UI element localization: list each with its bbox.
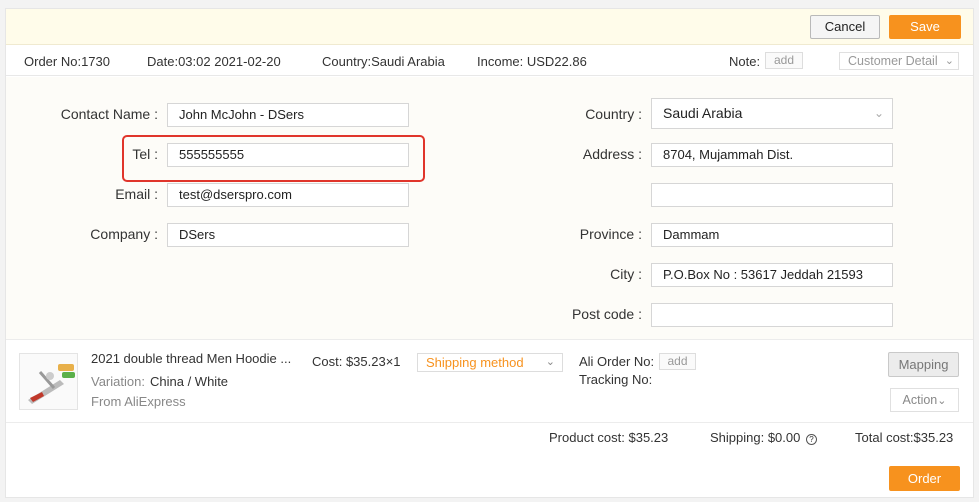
- chevron-down-icon: ⌄: [873, 106, 884, 120]
- tracking-label: Tracking No:: [579, 372, 653, 387]
- country-value: Saudi Arabia: [663, 105, 743, 121]
- product-thumbnail[interactable]: [19, 353, 78, 410]
- order-country: Country:Saudi Arabia: [322, 54, 445, 69]
- order-income: Income: USD22.86: [477, 54, 587, 69]
- cancel-button[interactable]: Cancel: [810, 15, 880, 39]
- product-image: [20, 354, 77, 409]
- address-line2-input[interactable]: [651, 183, 893, 207]
- product-cost-total: Product cost: $35.23: [549, 430, 669, 445]
- country-label: Country :: [585, 106, 642, 122]
- chevron-down-icon: ⌄: [545, 356, 555, 368]
- post-code-input[interactable]: [651, 303, 893, 327]
- question-circle-icon[interactable]: ?: [805, 434, 817, 445]
- order-info-bar: Order No:1730 Date:03:02 2021-02-20 Coun…: [6, 46, 973, 76]
- address-form: Contact Name : John McJohn - DSers Tel :…: [6, 77, 973, 340]
- action-label: Action: [902, 393, 938, 407]
- chevron-down-icon: ⌄: [944, 55, 954, 67]
- contact-name-input[interactable]: John McJohn - DSers: [167, 103, 409, 127]
- total-cost: Total cost:$35.23: [855, 430, 954, 445]
- shipping-method-label: Shipping method: [426, 355, 524, 370]
- ali-order-add-button[interactable]: add: [659, 353, 696, 370]
- ali-order-label: Ali Order No:: [579, 354, 655, 369]
- product-cost: Cost: $35.23×1: [312, 354, 401, 369]
- address-input[interactable]: 8704, Mujammah Dist.: [651, 143, 893, 167]
- action-bar: Cancel Save: [6, 9, 973, 45]
- tel-highlight-box: [122, 135, 425, 182]
- city-label: City :: [610, 266, 642, 282]
- product-source: From AliExpress: [91, 394, 186, 409]
- product-row: 2021 double thread Men Hoodie ... Variat…: [6, 341, 973, 423]
- order-edit-panel: Cancel Save Order No:1730 Date:03:02 202…: [5, 8, 974, 498]
- company-label: Company :: [90, 226, 158, 242]
- shipping-total: Shipping: $0.00 ?: [710, 430, 817, 445]
- mapping-button[interactable]: Mapping: [888, 352, 959, 377]
- contact-name-label: Contact Name :: [60, 106, 158, 122]
- province-input[interactable]: Dammam: [651, 223, 893, 247]
- note-add-button[interactable]: add: [765, 52, 803, 69]
- save-button[interactable]: Save: [889, 15, 961, 39]
- company-input[interactable]: DSers: [167, 223, 409, 247]
- shipping-method-select[interactable]: Shipping method ⌄: [417, 353, 563, 372]
- order-number: Order No:1730: [24, 54, 110, 69]
- order-date: Date:03:02 2021-02-20: [147, 54, 281, 69]
- order-button[interactable]: Order: [889, 466, 960, 491]
- customer-detail-dropdown[interactable]: Customer Detail ⌄: [839, 52, 959, 70]
- post-code-label: Post code :: [571, 306, 642, 322]
- chevron-down-icon: ⌄: [937, 395, 947, 407]
- customer-detail-label: Customer Detail: [848, 54, 938, 68]
- email-input[interactable]: test@dserspro.com: [167, 183, 409, 207]
- variation-value: China / White: [150, 374, 229, 389]
- email-label: Email :: [115, 186, 158, 202]
- city-input[interactable]: P.O.Box No : 53617 Jeddah 21593: [651, 263, 893, 287]
- variation-label: Variation:: [91, 374, 145, 389]
- product-title[interactable]: 2021 double thread Men Hoodie ...: [91, 351, 291, 366]
- country-select[interactable]: Saudi Arabia ⌄: [651, 98, 893, 129]
- address-label: Address :: [582, 146, 642, 162]
- note-label: Note:: [729, 54, 761, 69]
- action-dropdown[interactable]: Action⌄: [890, 388, 959, 412]
- province-label: Province :: [579, 226, 642, 242]
